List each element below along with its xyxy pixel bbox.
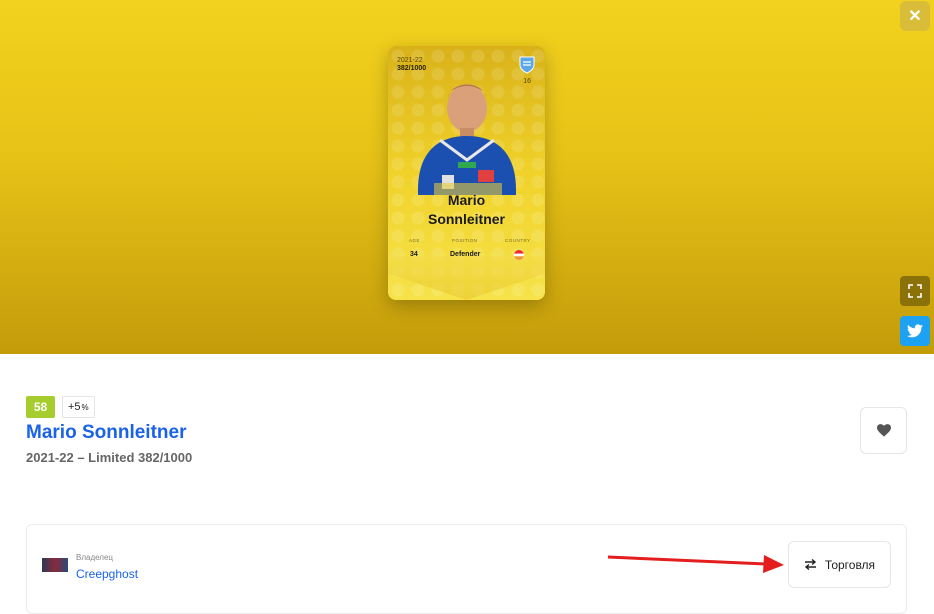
like-button[interactable] — [860, 407, 907, 454]
bonus-value: +5 — [68, 401, 81, 413]
age-label: AGE — [409, 238, 421, 243]
score-badge: 58 — [26, 396, 55, 418]
bonus-badge: +5 % — [62, 396, 95, 418]
heart-icon — [876, 424, 891, 437]
bonus-unit: % — [81, 402, 89, 412]
player-card: 2021-22 382/1000 16 Mario Sonnleitner AG… — [388, 46, 545, 300]
twitter-icon — [907, 324, 923, 338]
swap-arrows-icon — [804, 559, 817, 570]
card-first-name: Mario — [447, 192, 486, 208]
close-icon: ✕ — [908, 8, 922, 25]
trade-button[interactable]: Торговля — [788, 541, 891, 588]
card-season: 2021-22 — [397, 57, 423, 64]
owner-name-link[interactable]: Creepghost — [76, 567, 138, 581]
card-last-name: Sonnleitner — [427, 211, 505, 227]
twitter-share-button[interactable] — [900, 316, 930, 346]
country-label: COUNTRY — [505, 238, 531, 243]
player-name-link[interactable]: Mario Sonnleitner — [26, 422, 186, 444]
position-label: POSITION — [452, 238, 478, 243]
close-button[interactable]: ✕ — [900, 1, 930, 31]
owner-label: Владелец — [76, 553, 114, 562]
fullscreen-button[interactable] — [900, 276, 930, 306]
trade-label: Торговля — [824, 557, 876, 572]
avatar[interactable] — [42, 558, 68, 572]
fullscreen-icon — [908, 284, 922, 298]
card-subtitle: 2021-22 – Limited 382/1000 — [26, 450, 193, 465]
annotation-arrow — [607, 555, 784, 573]
card-hero: ✕ 2021-22 382/1000 16 Mario Sonnleitner … — [0, 0, 934, 354]
